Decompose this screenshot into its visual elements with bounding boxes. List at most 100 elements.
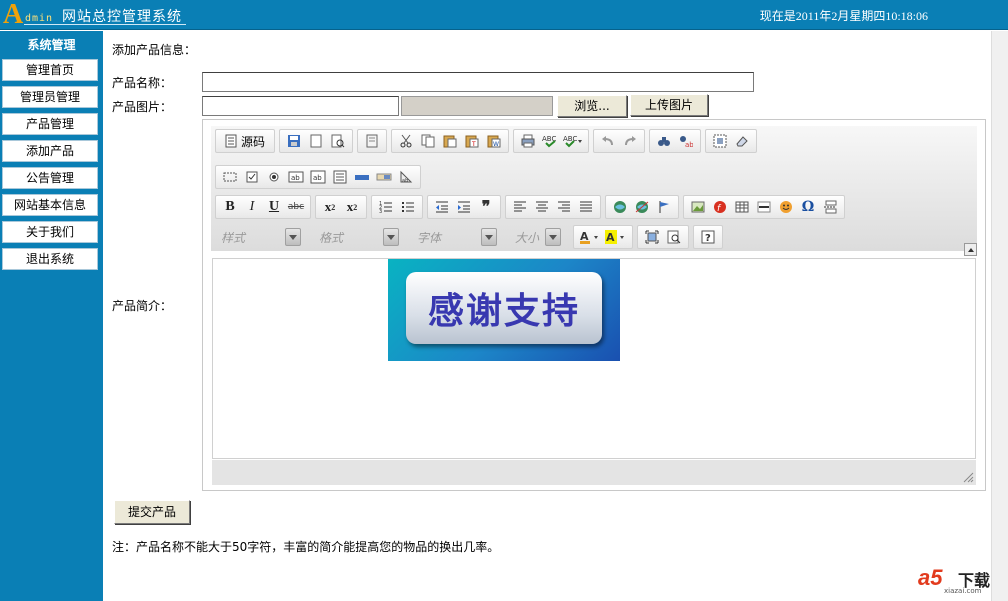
file-path-field[interactable] xyxy=(401,96,553,116)
image-button-button[interactable] xyxy=(373,167,395,187)
indent-icon xyxy=(458,201,470,213)
scrollbar[interactable] xyxy=(991,31,1008,601)
page-break-button[interactable] xyxy=(819,197,841,217)
form-button[interactable] xyxy=(219,167,241,187)
blockquote-button[interactable]: ❞ xyxy=(475,197,497,217)
flash-button[interactable]: f xyxy=(709,197,731,217)
replace-icon: ab xyxy=(680,136,693,148)
textarea-button[interactable]: ab xyxy=(307,167,329,187)
text-color-button[interactable]: A xyxy=(577,227,603,247)
product-image-label: 产品图片： xyxy=(112,100,173,114)
smiley-icon xyxy=(780,201,792,213)
superscript-button[interactable]: x2 xyxy=(341,197,363,217)
select-all-button[interactable] xyxy=(709,131,731,151)
scayt-button[interactable]: ABC xyxy=(561,131,585,151)
background-color-icon: A xyxy=(605,230,624,244)
horizontal-rule-button[interactable] xyxy=(753,197,775,217)
unlink-button[interactable] xyxy=(631,197,653,217)
watermark-brand: a5 xyxy=(918,565,943,590)
show-blocks-icon xyxy=(667,230,681,244)
radio-button[interactable] xyxy=(263,167,285,187)
preview-button[interactable] xyxy=(327,131,349,151)
sidebar: 系统管理 管理首页 管理员管理 产品管理 添加产品 公告管理 网站基本信息 关于… xyxy=(0,31,103,601)
sidebar-item-announcements[interactable]: 公告管理 xyxy=(2,167,98,189)
collapse-toolbar-button[interactable] xyxy=(964,243,977,256)
link-button[interactable] xyxy=(609,197,631,217)
spellcheck-button[interactable]: ABC xyxy=(539,131,561,151)
new-page-button[interactable] xyxy=(305,131,327,151)
page-break-icon xyxy=(824,200,837,214)
textfield-button[interactable]: ab xyxy=(285,167,307,187)
size-combo[interactable]: 大小 xyxy=(509,226,563,248)
image-button[interactable] xyxy=(687,197,709,217)
format-combo[interactable]: 格式 xyxy=(313,226,401,248)
align-center-button[interactable] xyxy=(531,197,553,217)
remove-format-button[interactable] xyxy=(731,131,753,151)
bulleted-list-button[interactable] xyxy=(397,197,419,217)
checkbox-button[interactable] xyxy=(241,167,263,187)
styles-combo[interactable]: 样式 xyxy=(215,226,303,248)
save-button[interactable] xyxy=(283,131,305,151)
justify-button[interactable] xyxy=(575,197,597,217)
numbered-list-button[interactable]: 123 xyxy=(375,197,397,217)
italic-button[interactable]: I xyxy=(241,197,263,217)
show-blocks-button[interactable] xyxy=(663,227,685,247)
templates-button[interactable] xyxy=(361,131,383,151)
underline-button[interactable]: U xyxy=(263,197,285,217)
cut-button[interactable] xyxy=(395,131,417,151)
smiley-button[interactable] xyxy=(775,197,797,217)
indent-button[interactable] xyxy=(453,197,475,217)
bulleted-list-icon xyxy=(402,202,414,212)
outdent-button[interactable] xyxy=(431,197,453,217)
sidebar-item-about[interactable]: 关于我们 xyxy=(2,221,98,243)
hidden-field-button[interactable]: ab xyxy=(395,167,417,187)
paste-text-button[interactable]: T xyxy=(461,131,483,151)
source-button[interactable]: 源码 xyxy=(219,131,271,151)
sidebar-item-products[interactable]: 产品管理 xyxy=(2,113,98,135)
clock-prefix: 现在是2011年2月 xyxy=(759,9,850,23)
maximize-button[interactable] xyxy=(641,227,663,247)
chevron-down-icon xyxy=(481,228,497,246)
anchor-button[interactable] xyxy=(653,197,675,217)
paste-text-icon: T xyxy=(465,135,479,148)
editor-content-area[interactable]: 感谢支持 xyxy=(212,258,976,459)
product-name-input[interactable] xyxy=(202,72,754,92)
sidebar-item-logout[interactable]: 退出系统 xyxy=(2,248,98,270)
special-char-button[interactable]: Ω xyxy=(797,197,819,217)
form-icon xyxy=(223,172,237,182)
paste-button[interactable] xyxy=(439,131,461,151)
subscript-button[interactable]: x2 xyxy=(319,197,341,217)
logo-word: dmin xyxy=(25,13,54,24)
source-label: 源码 xyxy=(241,134,266,149)
align-left-icon xyxy=(514,201,526,212)
help-button[interactable]: ? xyxy=(697,227,719,247)
sidebar-item-home[interactable]: 管理首页 xyxy=(2,59,98,81)
background-color-button[interactable]: A xyxy=(603,227,629,247)
align-left-button[interactable] xyxy=(509,197,531,217)
sidebar-item-add-product[interactable]: 添加产品 xyxy=(2,140,98,162)
toolbar-row-2: ab ab ab xyxy=(215,164,425,190)
table-button[interactable] xyxy=(731,197,753,217)
svg-text:ab: ab xyxy=(685,141,693,148)
replace-button[interactable]: ab xyxy=(675,131,697,151)
redo-button[interactable] xyxy=(619,131,641,151)
strike-button[interactable]: abc xyxy=(285,197,307,217)
sidebar-item-admins[interactable]: 管理员管理 xyxy=(2,86,98,108)
outdent-icon xyxy=(436,201,448,213)
browse-button[interactable]: 浏览... xyxy=(557,95,627,117)
copy-button[interactable] xyxy=(417,131,439,151)
align-right-button[interactable] xyxy=(553,197,575,217)
upload-image-button[interactable]: 上传图片 xyxy=(630,94,708,116)
font-combo[interactable]: 字体 xyxy=(411,226,499,248)
resize-grip-icon[interactable] xyxy=(962,471,974,483)
select-button[interactable] xyxy=(329,167,351,187)
button-element-button[interactable] xyxy=(351,167,373,187)
print-button[interactable] xyxy=(517,131,539,151)
find-button[interactable] xyxy=(653,131,675,151)
sidebar-item-site-info[interactable]: 网站基本信息 xyxy=(2,194,98,216)
undo-button[interactable] xyxy=(597,131,619,151)
bold-button[interactable]: B xyxy=(219,197,241,217)
submit-product-button[interactable]: 提交产品 xyxy=(114,500,190,524)
product-image-input[interactable] xyxy=(202,96,399,116)
paste-word-button[interactable]: W xyxy=(483,131,505,151)
